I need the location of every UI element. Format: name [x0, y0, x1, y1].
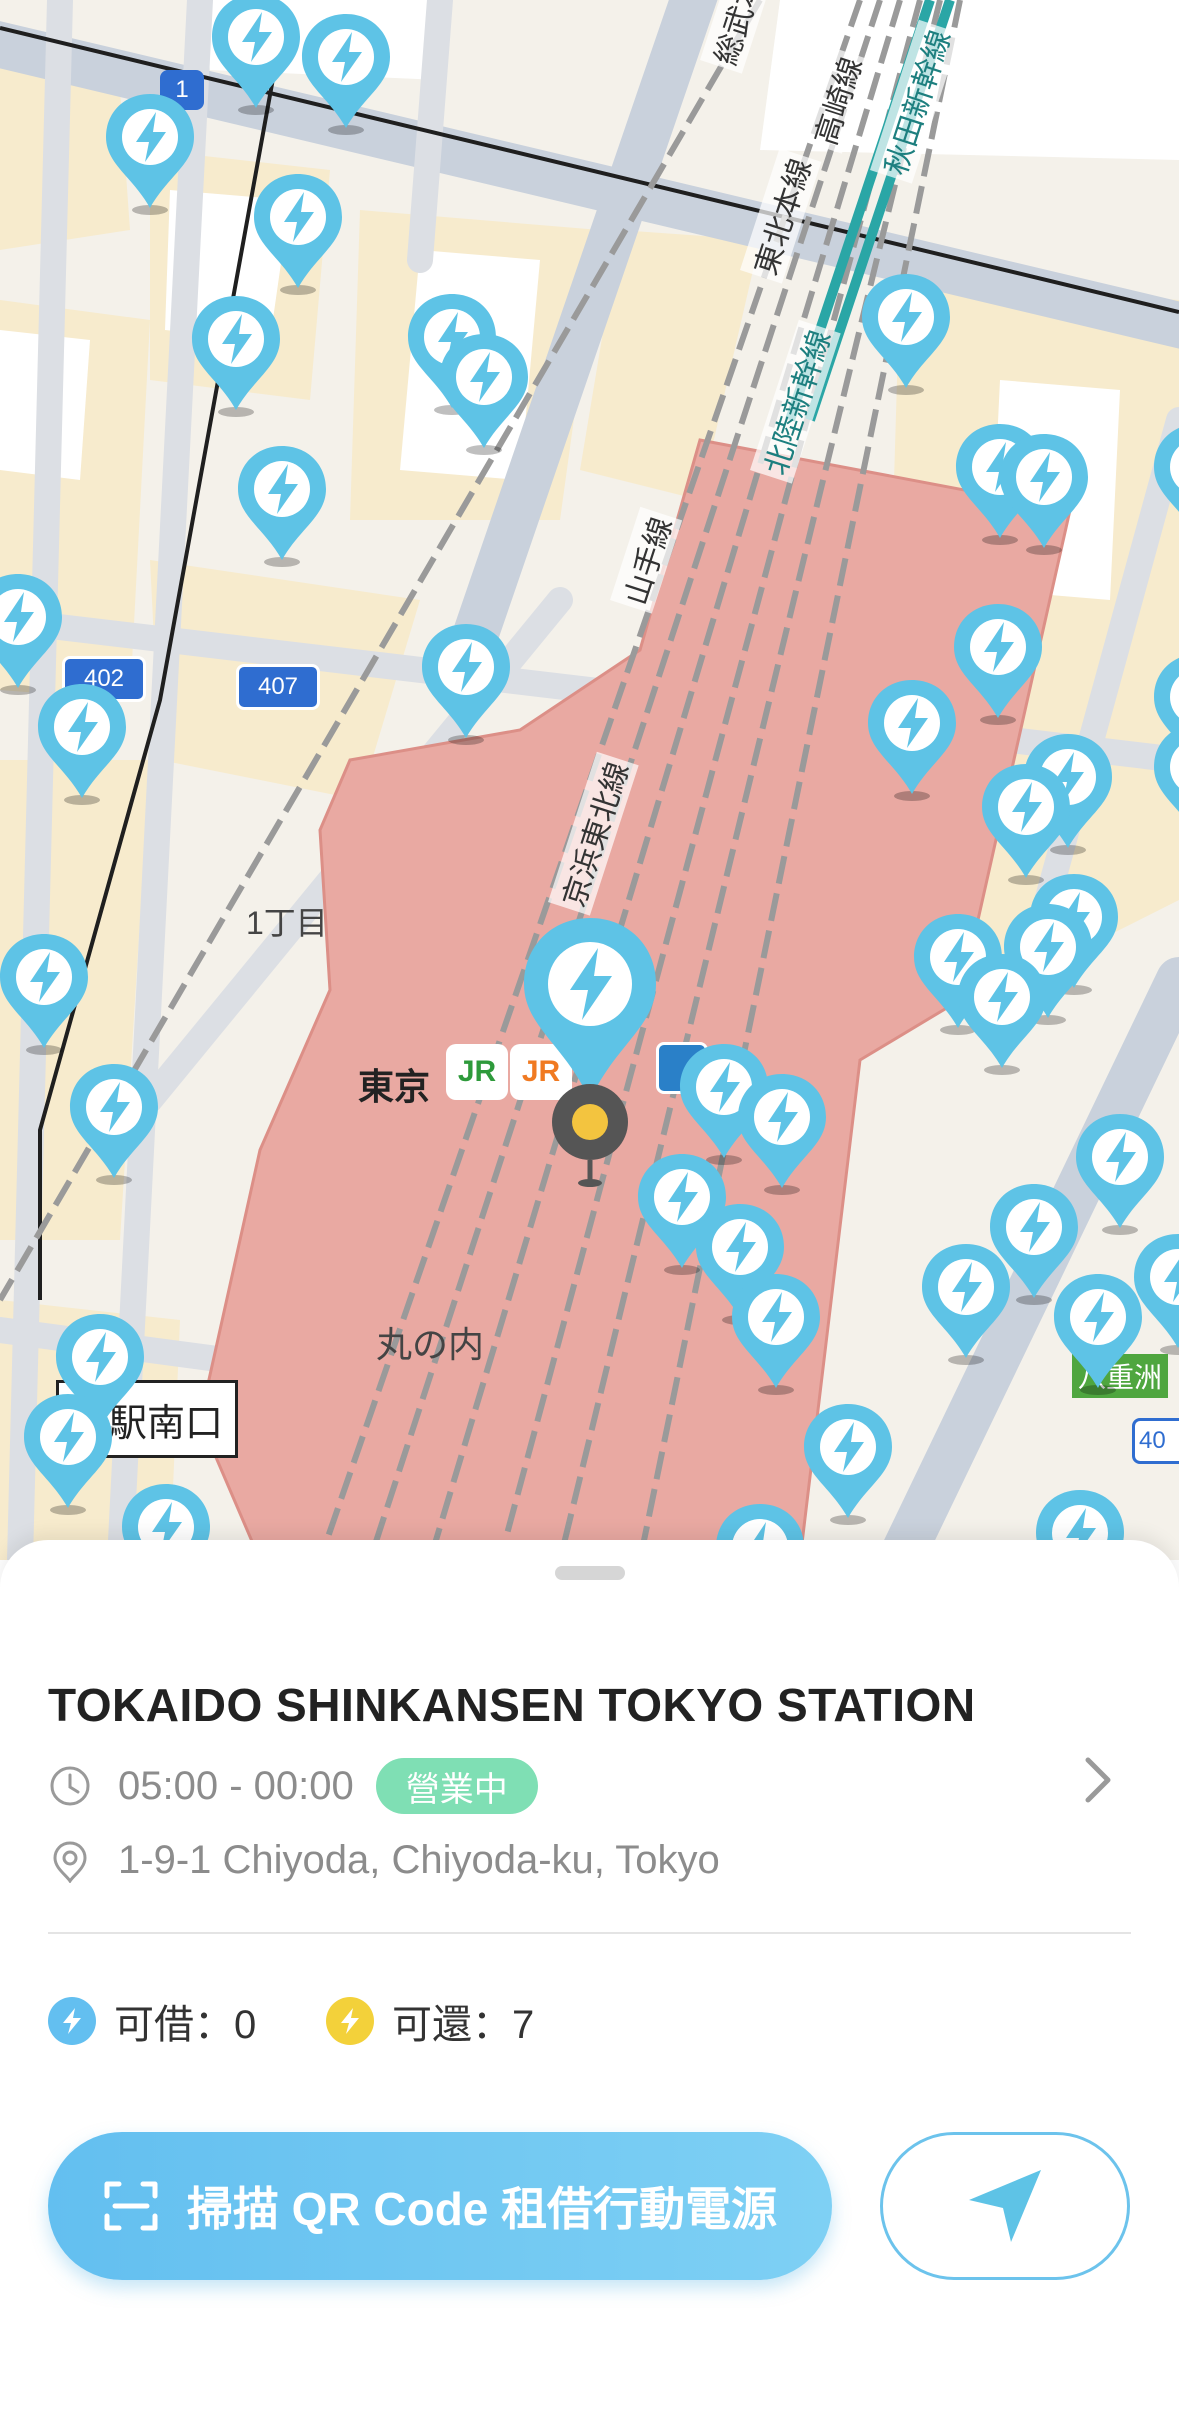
area-label: 丸の内	[376, 1324, 485, 1365]
bolt-icon	[1076, 1114, 1164, 1235]
bolt-icon	[38, 684, 126, 805]
charging-station-pin[interactable]	[418, 620, 514, 746]
bolt-icon	[1154, 428, 1179, 512]
bolt-icon	[1154, 728, 1179, 812]
bolt-icon	[192, 296, 280, 417]
bolt-icon	[804, 1404, 892, 1525]
charging-station-pin[interactable]	[734, 1070, 830, 1196]
station-address: 1-9-1 Chiyoda, Chiyoda-ku, Tokyo	[118, 1838, 720, 1882]
chevron-right-icon[interactable]	[1078, 1754, 1118, 1806]
station-title: TOKAIDO SHINKANSEN TOKYO STATION	[48, 1679, 976, 1731]
charging-station-pin[interactable]	[298, 10, 394, 136]
location-pin-icon	[48, 1839, 92, 1883]
bolt-icon	[70, 1064, 158, 1185]
charging-station-pin[interactable]	[250, 170, 346, 296]
bolt-icon	[738, 1074, 826, 1195]
charging-station-pin[interactable]	[858, 270, 954, 396]
charging-station-pin[interactable]	[188, 292, 284, 418]
bolt-icon	[922, 1244, 1010, 1365]
charging-station-pin[interactable]	[800, 1400, 896, 1526]
charging-station-pin[interactable]	[996, 430, 1092, 556]
bolt-icon	[0, 934, 88, 1055]
bolt-icon	[868, 680, 956, 801]
bolt-icon	[302, 14, 390, 135]
selected-station-pin[interactable]	[520, 914, 660, 1104]
charging-station-pin[interactable]	[978, 760, 1074, 886]
bolt-icon	[24, 1394, 112, 1515]
bolt-icon	[954, 604, 1042, 725]
charging-station-pin[interactable]	[436, 330, 532, 456]
address-row: 1-9-1 Chiyoda, Chiyoda-ku, Tokyo	[48, 1838, 720, 1883]
rentable-label: 可借：0	[114, 2003, 257, 2047]
bolt-icon	[238, 446, 326, 567]
charging-station-pin[interactable]	[102, 90, 198, 216]
charging-station-pin[interactable]	[0, 570, 66, 696]
road-badge: 40	[1132, 1418, 1179, 1464]
bolt-icon	[106, 94, 194, 215]
charging-station-pin[interactable]	[950, 600, 1046, 726]
charging-station-pin[interactable]	[1130, 1230, 1179, 1356]
jr-logo: JR	[446, 1044, 508, 1100]
bolt-icon	[1000, 434, 1088, 555]
charging-station-pin[interactable]	[20, 1390, 116, 1516]
bolt-icon	[422, 624, 510, 745]
bolt-icon	[254, 174, 342, 295]
station-detail-sheet: TOKAIDO SHINKANSEN TOKYO STATION 05:00 -…	[0, 1540, 1179, 2411]
charging-station-pin[interactable]	[864, 676, 960, 802]
rentable-count: 可借：0	[48, 1992, 256, 2050]
charging-station-pin[interactable]	[66, 1060, 162, 1186]
charging-station-pin[interactable]	[1150, 420, 1179, 546]
charging-station-pin[interactable]	[234, 442, 330, 568]
charging-station-pin[interactable]	[728, 1270, 824, 1396]
area-label: 1丁目	[246, 905, 328, 941]
scan-qr-button[interactable]: 掃描 QR Code 租借行動電源	[48, 2132, 832, 2280]
charging-station-pin[interactable]	[208, 0, 304, 116]
navigate-button[interactable]	[880, 2132, 1130, 2280]
hours-row: 05:00 - 00:00 營業中	[48, 1758, 538, 1814]
divider	[48, 1932, 1131, 1934]
sheet-drag-handle[interactable]	[555, 1566, 625, 1580]
charging-station-pin[interactable]	[0, 930, 92, 1056]
bolt-icon	[212, 0, 300, 115]
station-map-label: 東京	[358, 1066, 431, 1107]
bolt-blue-icon	[48, 1997, 96, 2045]
charging-station-pin[interactable]	[34, 680, 130, 806]
bolt-yellow-icon	[326, 1997, 374, 2045]
charging-station-pin[interactable]	[918, 1240, 1014, 1366]
charging-station-pin[interactable]	[1150, 720, 1179, 846]
map-view[interactable]: 1 402 407 40 総武本線 東北本線 高崎線 秋田新幹線 北陸新幹線 山…	[0, 0, 1179, 1560]
clock-icon	[48, 1764, 92, 1808]
bolt-icon	[732, 1274, 820, 1395]
returnable-count: 可還：7	[326, 1992, 534, 2050]
current-location-marker	[550, 1082, 630, 1188]
navigate-arrow-icon	[969, 2170, 1041, 2242]
bolt-icon	[862, 274, 950, 395]
bolt-icon	[1134, 1234, 1179, 1355]
status-badge: 營業中	[375, 1758, 538, 1814]
bolt-icon	[440, 334, 528, 455]
qr-scan-icon	[104, 2181, 158, 2231]
bolt-icon	[982, 764, 1070, 885]
opening-hours: 05:00 - 00:00	[118, 1763, 354, 1808]
road-badge: 407	[236, 664, 320, 710]
scan-button-label: 掃描 QR Code 租借行動電源	[186, 2183, 778, 2235]
bolt-icon	[958, 954, 1046, 1075]
returnable-label: 可還：7	[392, 2003, 535, 2047]
charging-station-pin[interactable]	[1072, 1110, 1168, 1236]
bolt-icon	[524, 918, 656, 1100]
bolt-icon	[0, 574, 62, 695]
charging-station-pin[interactable]	[954, 950, 1050, 1076]
